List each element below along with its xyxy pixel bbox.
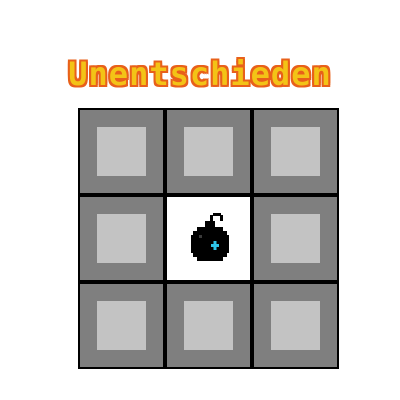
tile-r3-c1[interactable] bbox=[80, 284, 163, 367]
tile-face bbox=[184, 127, 233, 176]
tile-r2-c1[interactable] bbox=[80, 197, 163, 280]
tile-r1-c3[interactable] bbox=[254, 110, 337, 193]
game-board bbox=[78, 108, 339, 369]
tile-face bbox=[97, 301, 146, 350]
tile-face bbox=[97, 127, 146, 176]
tile-face bbox=[184, 301, 233, 350]
tile-face bbox=[271, 301, 320, 350]
tile-face bbox=[97, 214, 146, 263]
tile-r3-c3[interactable] bbox=[254, 284, 337, 367]
tile-r1-c1[interactable] bbox=[80, 110, 163, 193]
tile-face bbox=[271, 127, 320, 176]
tile-r1-c2[interactable] bbox=[167, 110, 250, 193]
bomb-icon bbox=[191, 213, 229, 261]
tile-face bbox=[271, 214, 320, 263]
game-result-title: Unentschieden bbox=[68, 55, 332, 93]
tile-r3-c2[interactable] bbox=[167, 284, 250, 367]
tile-r2-c2-revealed bbox=[167, 197, 250, 280]
tile-r2-c3[interactable] bbox=[254, 197, 337, 280]
